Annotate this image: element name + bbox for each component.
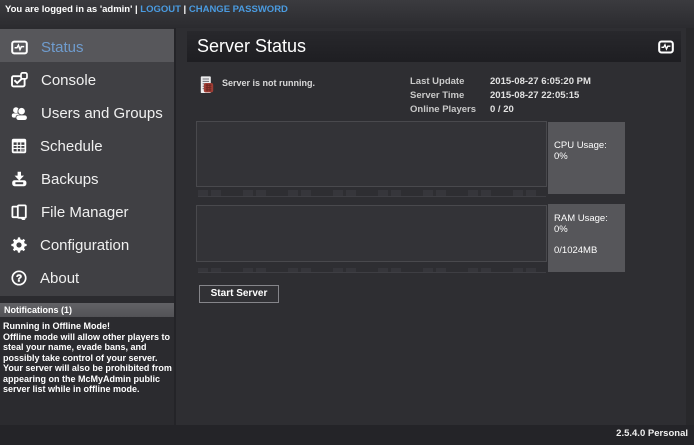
svg-text:?: ? <box>16 274 22 285</box>
